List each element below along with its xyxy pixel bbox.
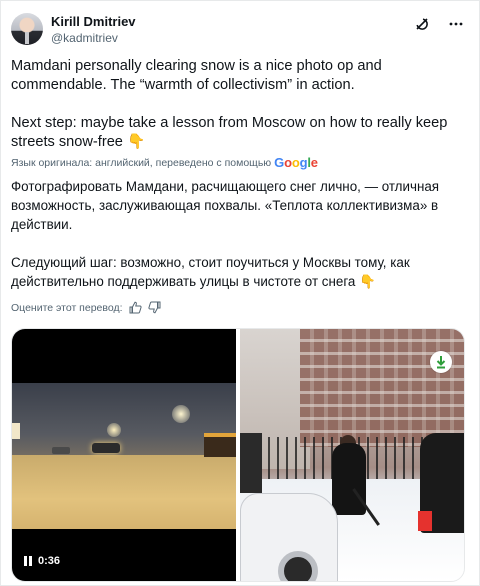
video-player[interactable]: 0:36 bbox=[12, 329, 236, 581]
thumbs-down-icon[interactable] bbox=[147, 301, 161, 314]
pause-icon[interactable] bbox=[24, 556, 32, 566]
more-icon[interactable] bbox=[447, 15, 465, 33]
tweet-paragraph-1: Mamdani personally clearing snow is a ni… bbox=[11, 58, 382, 93]
header-actions bbox=[413, 15, 465, 33]
avatar[interactable] bbox=[11, 13, 43, 45]
grok-icon[interactable] bbox=[413, 15, 431, 33]
tweet-text-translated: Фотографировать Мамдани, расчищающего сн… bbox=[11, 177, 473, 291]
rate-translation: Оцените этот перевод: bbox=[11, 301, 161, 314]
translated-paragraph-1: Фотографировать Мамдани, расчищающего сн… bbox=[11, 179, 440, 232]
rate-label: Оцените этот перевод: bbox=[11, 301, 123, 314]
photo-image[interactable] bbox=[240, 329, 464, 581]
download-icon[interactable] bbox=[430, 351, 452, 373]
video-controls: 0:36 bbox=[24, 555, 60, 567]
translation-label: Язык оригинала: английский, переведено с… bbox=[11, 156, 272, 169]
tweet-card: Kirill Dmitriev @kadmitriev Mamdani pers… bbox=[0, 0, 480, 586]
media-grid: 0:36 bbox=[11, 328, 465, 582]
thumbs-up-icon[interactable] bbox=[129, 301, 142, 314]
tweet-paragraph-2: Next step: maybe take a lesson from Mosc… bbox=[11, 115, 448, 150]
video-time: 0:36 bbox=[38, 555, 61, 567]
google-logo[interactable]: Google bbox=[274, 155, 318, 170]
translation-note: Язык оригинала: английский, переведено с… bbox=[11, 155, 318, 170]
tweet-header: Kirill Dmitriev @kadmitriev bbox=[11, 9, 469, 49]
author-name[interactable]: Kirill Dmitriev bbox=[51, 14, 136, 29]
video-thumbnail bbox=[12, 383, 236, 529]
tweet-text-original: Mamdani personally clearing snow is a ni… bbox=[11, 57, 473, 152]
translated-paragraph-2: Следующий шаг: возможно, стоит поучиться… bbox=[11, 255, 410, 289]
author-handle[interactable]: @kadmitriev bbox=[51, 31, 118, 45]
